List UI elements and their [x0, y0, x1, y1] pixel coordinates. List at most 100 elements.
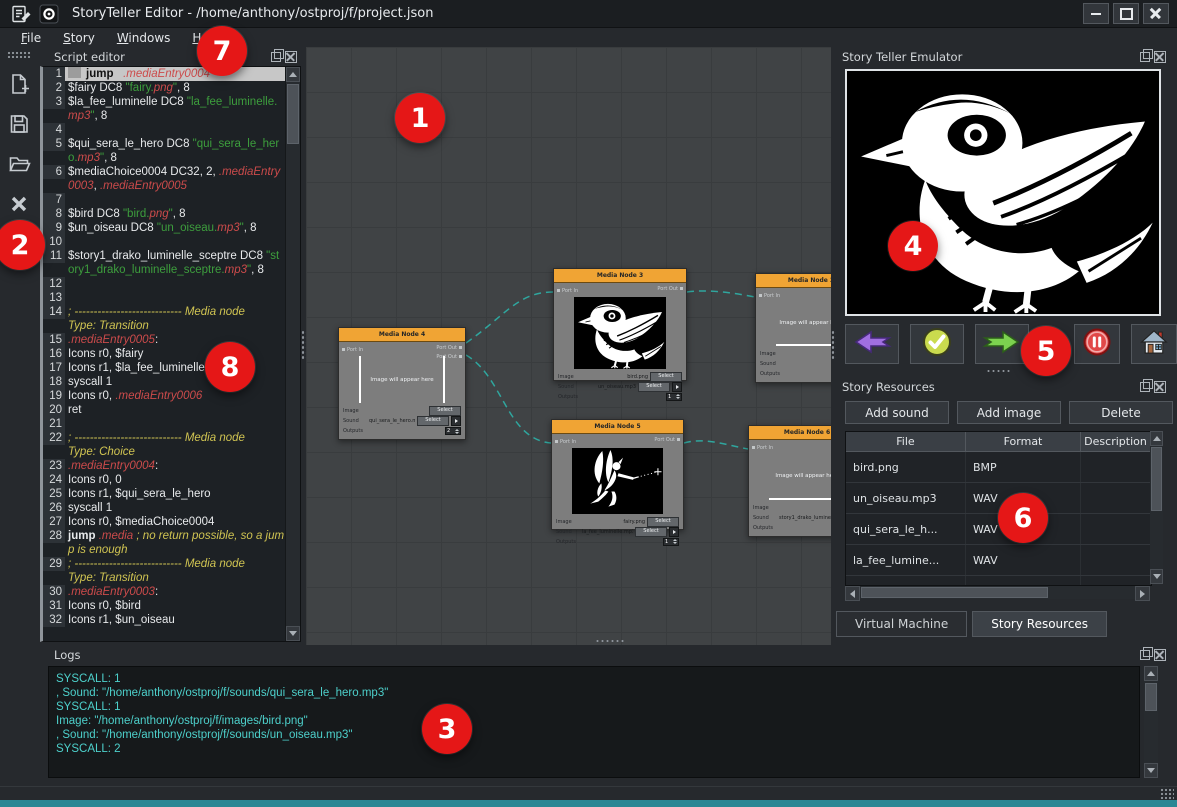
scroll-left-icon[interactable]: [845, 586, 860, 601]
close-panel-icon[interactable]: [1154, 381, 1166, 393]
port-out[interactable]: Port Out: [654, 437, 680, 446]
save-button[interactable]: [4, 111, 34, 141]
home-button[interactable]: [1131, 324, 1177, 364]
port-in[interactable]: Port In: [759, 293, 780, 299]
select-button[interactable]: Select: [635, 527, 667, 537]
code-line[interactable]: 1jump .mediaEntry0004: [43, 67, 285, 81]
media-node[interactable]: Media Node 5Port InPort OutImagefairy.pn…: [551, 419, 684, 530]
node-title[interactable]: Media Node 2: [756, 274, 831, 288]
code-line[interactable]: 8$bird DC8 "bird.png", 8: [43, 207, 285, 221]
scroll-down-icon[interactable]: [1150, 569, 1163, 584]
port-in[interactable]: Port In: [752, 445, 773, 451]
code-line[interactable]: 21: [43, 417, 285, 431]
port-in[interactable]: Port In: [555, 439, 576, 445]
menu-file[interactable]: File: [12, 30, 50, 46]
code-line[interactable]: 26syscall 1: [43, 501, 285, 515]
speaker-icon[interactable]: [669, 527, 679, 537]
code-line[interactable]: 32Icons r1, $un_oiseau: [43, 613, 285, 627]
code-line[interactable]: 11$story1_drako_luminelle_sceptre DC8 "s…: [43, 249, 285, 277]
close-panel-icon[interactable]: [1154, 51, 1166, 63]
port-in[interactable]: Port In: [342, 347, 363, 353]
close-project-button[interactable]: [4, 191, 34, 221]
code-line[interactable]: 5$qui_sera_le_hero DC8 "qui_sera_le_hero…: [43, 137, 285, 165]
scroll-up-icon[interactable]: [1144, 666, 1158, 681]
outputs-spinner[interactable]: 2: [445, 427, 461, 435]
splitter-left[interactable]: [301, 330, 306, 360]
media-node[interactable]: Media Node 4Port InPort OutPort OutImage…: [338, 327, 466, 440]
column-header[interactable]: File: [846, 432, 966, 451]
media-node[interactable]: Media Node 3Port InPort OutImagebird.png…: [553, 268, 687, 381]
table-header-row[interactable]: FileFormatDescription: [846, 432, 1151, 452]
select-button[interactable]: Select: [647, 517, 679, 527]
code-line[interactable]: 28jump .media ; no return possible, so a…: [43, 529, 285, 557]
float-panel-icon[interactable]: [271, 52, 281, 62]
code-line[interactable]: 7: [43, 193, 285, 207]
port-in[interactable]: Port In: [557, 288, 578, 294]
table-row[interactable]: la_fee_lumine...WAV: [846, 545, 1151, 576]
outputs-spinner[interactable]: 1: [666, 393, 682, 401]
table-vscrollbar[interactable]: [1150, 431, 1163, 584]
code-line[interactable]: 14; ---------------------------- Media n…: [43, 305, 285, 333]
maximize-button[interactable]: [1113, 3, 1139, 24]
table-row[interactable]: fairy.pngBMP: [846, 576, 1151, 586]
column-header[interactable]: Description: [1081, 432, 1151, 451]
float-panel-icon[interactable]: [1140, 650, 1150, 660]
new-file-button[interactable]: [4, 71, 34, 101]
code-scrollbar[interactable]: [285, 67, 300, 641]
code-line[interactable]: 31Icons r0, $bird: [43, 599, 285, 613]
close-panel-icon[interactable]: [285, 51, 297, 63]
port-out[interactable]: Port Out: [657, 286, 683, 295]
tab-story-resources[interactable]: Story Resources: [972, 611, 1107, 637]
code-line[interactable]: 4: [43, 123, 285, 137]
node-title[interactable]: Media Node 5: [552, 420, 683, 434]
code-line[interactable]: 10: [43, 235, 285, 249]
scroll-up-icon[interactable]: [286, 67, 300, 82]
select-button[interactable]: Select: [638, 382, 670, 392]
logs-scrollbar[interactable]: [1144, 666, 1158, 778]
select-button[interactable]: Select: [429, 406, 461, 416]
menu-windows[interactable]: Windows: [108, 30, 180, 46]
code-line[interactable]: 2$fairy DC8 "fairy.png", 8: [43, 81, 285, 95]
table-row[interactable]: bird.pngBMP: [846, 452, 1151, 483]
outputs-spinner[interactable]: 1: [663, 538, 679, 546]
code-line[interactable]: 15.mediaEntry0005:: [43, 333, 285, 347]
delete-button[interactable]: Delete: [1069, 401, 1173, 424]
menu-story[interactable]: Story: [54, 30, 104, 46]
float-panel-icon[interactable]: [1140, 52, 1150, 62]
emulator-drag-handle[interactable]: [986, 369, 1012, 374]
pause-button[interactable]: [1074, 324, 1120, 364]
node-title[interactable]: Media Node 4: [339, 328, 465, 342]
add-image-button[interactable]: Add image: [957, 401, 1061, 424]
code-line[interactable]: 22; ---------------------------- Media n…: [43, 431, 285, 459]
speaker-icon[interactable]: [451, 416, 461, 426]
logs-output[interactable]: SYSCALL: 1, Sound: "/home/anthony/ostpro…: [48, 666, 1140, 778]
scroll-down-icon[interactable]: [286, 626, 300, 641]
code-line[interactable]: 29; ---------------------------- Media n…: [43, 557, 285, 585]
open-folder-button[interactable]: [4, 151, 34, 181]
scroll-right-icon[interactable]: [1135, 586, 1150, 601]
node-title[interactable]: Media Node 6: [749, 426, 831, 440]
port-out[interactable]: Port Out: [436, 345, 462, 354]
column-header[interactable]: Format: [966, 432, 1081, 451]
add-sound-button[interactable]: Add sound: [845, 401, 949, 424]
minimize-button[interactable]: [1083, 3, 1109, 24]
media-node[interactable]: Media Node 6Port InImage will appear her…: [748, 425, 831, 537]
code-line[interactable]: 19Icons r0, .mediaEntry0006: [43, 389, 285, 403]
scroll-down-icon[interactable]: [1144, 763, 1158, 778]
code-line[interactable]: 6$mediaChoice0004 DC32, 2, .mediaEntry00…: [43, 165, 285, 193]
code-line[interactable]: 13: [43, 291, 285, 305]
code-line[interactable]: 23.mediaEntry0004:: [43, 459, 285, 473]
code-editor[interactable]: 1jump .mediaEntry00042$fairy DC8 "fairy.…: [40, 66, 301, 642]
code-line[interactable]: 20ret: [43, 403, 285, 417]
node-canvas[interactable]: Media Node 4Port InPort OutPort OutImage…: [306, 47, 831, 645]
code-line[interactable]: 30.mediaEntry0003:: [43, 585, 285, 599]
table-hscrollbar[interactable]: [845, 586, 1150, 599]
speaker-icon[interactable]: [672, 382, 682, 392]
node-title[interactable]: Media Node 3: [554, 269, 686, 283]
close-button[interactable]: [1143, 3, 1169, 24]
toolbar-drag-handle[interactable]: [7, 51, 31, 58]
scroll-up-icon[interactable]: [1150, 431, 1163, 446]
window-resize-grip[interactable]: [1160, 788, 1174, 800]
code-line[interactable]: 25Icons r1, $qui_sera_le_hero: [43, 487, 285, 501]
select-button[interactable]: Select: [417, 416, 449, 426]
